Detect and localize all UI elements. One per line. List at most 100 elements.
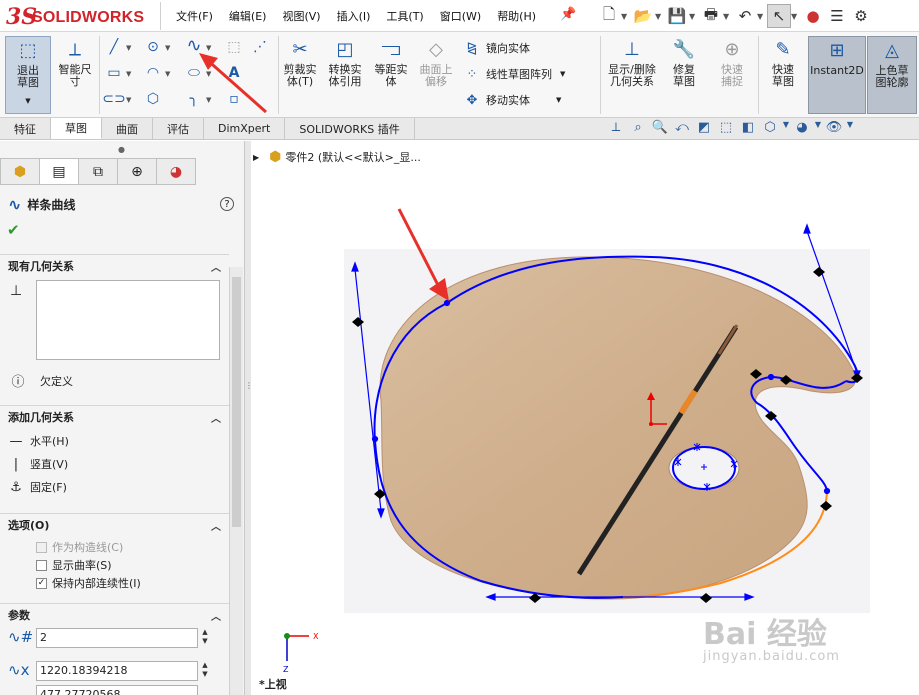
chevron-down-icon[interactable]: ▼ xyxy=(791,12,801,21)
menu-insert[interactable]: 插入(I) xyxy=(337,8,371,24)
display-style-icon[interactable]: ◧ xyxy=(737,120,759,135)
tab-sketch[interactable]: 草图 xyxy=(51,118,102,139)
help-icon[interactable]: ? xyxy=(220,197,234,211)
spline-icon[interactable]: ∿ xyxy=(184,35,204,56)
hide-show-icon[interactable]: ⬡ xyxy=(759,120,781,135)
line-icon[interactable]: ╱ xyxy=(104,38,124,56)
quick-snaps-button[interactable]: ⊕ 快速捕捉 xyxy=(710,38,754,88)
chevron-down-icon[interactable]: ▼ xyxy=(813,120,823,135)
linear-pattern-button[interactable]: ⁘ 线性草图阵列 ▼ xyxy=(462,66,566,82)
pm-scrollbar[interactable] xyxy=(229,267,243,695)
menu-edit[interactable]: 编辑(E) xyxy=(229,8,267,24)
options-header[interactable]: 选项(O) ︿ xyxy=(0,513,229,535)
mirror-entities-button[interactable]: ⧎ 镜向实体 xyxy=(462,40,530,56)
chevron-down-icon[interactable]: ▼ xyxy=(655,12,665,21)
vertical-relation[interactable]: | 竖直(V) xyxy=(6,456,68,472)
zoom-to-area-icon[interactable]: 🔍 xyxy=(649,120,671,135)
spinner-icon[interactable]: ▲ ▼ xyxy=(199,628,211,648)
menu-window[interactable]: 窗口(W) xyxy=(440,8,481,24)
chevron-down-icon[interactable]: ▼ xyxy=(126,96,131,104)
open-icon[interactable]: 📂 xyxy=(631,4,655,28)
pin-icon[interactable]: 📌 xyxy=(560,7,576,22)
feature-manager-tab-icon[interactable]: ⬢ xyxy=(0,158,40,185)
keep-continuity-checkbox[interactable]: ✓ 保持内部连续性(I) xyxy=(36,575,141,591)
chevron-down-icon[interactable]: ▼ xyxy=(206,96,211,104)
y-coordinate-field[interactable]: 477.27720568 xyxy=(36,685,198,695)
existing-relations-header[interactable]: 现有几何关系 ︿ xyxy=(0,254,229,276)
spinner-icon[interactable]: ▲ ▼ xyxy=(199,661,211,681)
circle-icon[interactable]: ⊙ xyxy=(143,38,163,56)
tab-evaluate[interactable]: 评估 xyxy=(153,118,204,139)
menu-tools[interactable]: 工具(T) xyxy=(386,8,423,24)
chevron-down-icon[interactable]: ▼ xyxy=(621,12,631,21)
tab-addins[interactable]: SOLIDWORKS 插件 xyxy=(285,118,415,139)
previous-view-icon[interactable]: ⤺ xyxy=(671,120,693,135)
save-icon[interactable]: 💾 xyxy=(665,4,689,28)
appearance-icon[interactable]: ◕ xyxy=(791,120,813,135)
arc-icon[interactable]: ◠ xyxy=(143,64,163,82)
scene-icon[interactable]: 👁 xyxy=(823,120,845,135)
trim-button[interactable]: ✂ 剪裁实体(T) xyxy=(280,38,320,88)
spline-point-number-field[interactable]: 2 xyxy=(36,628,198,648)
offset-on-surface-button[interactable]: ◇ 曲面上偏移 xyxy=(416,38,456,88)
configuration-manager-tab-icon[interactable]: ⧉ xyxy=(78,158,118,185)
undo-icon[interactable]: ↶ xyxy=(733,4,757,28)
x-coordinate-field[interactable]: 1220.18394218 xyxy=(36,661,198,681)
chevron-down-icon[interactable]: ▼ xyxy=(206,44,211,52)
chevron-down-icon[interactable]: ▼ xyxy=(126,44,131,52)
file-properties-icon[interactable]: ☰ xyxy=(825,4,849,28)
display-manager-tab-icon[interactable]: ◕ xyxy=(156,158,196,185)
chevron-down-icon[interactable]: ▼ xyxy=(781,120,791,135)
view-orientation-cube-icon[interactable]: ⬚ xyxy=(715,120,737,135)
chevron-down-icon[interactable]: ▼ xyxy=(165,70,170,78)
shaded-sketch-contours-button[interactable]: ◬ 上色草图轮廓 xyxy=(867,36,917,114)
point-icon[interactable]: ▫ xyxy=(224,90,244,108)
chevron-down-icon[interactable]: ▼ xyxy=(206,70,211,78)
fillet-icon[interactable]: ╮ xyxy=(184,90,204,108)
menu-help[interactable]: 帮助(H) xyxy=(497,8,536,24)
construction-line-icon[interactable]: ⋰ xyxy=(250,38,270,56)
convert-entities-button[interactable]: ◰ 转换实体引用 xyxy=(324,38,366,88)
horizontal-relation[interactable]: — 水平(H) xyxy=(6,433,69,449)
chevron-down-icon[interactable]: ▼ xyxy=(723,12,733,21)
rapid-sketch-button[interactable]: ✎ 快速草图 xyxy=(760,38,806,88)
fix-relation[interactable]: ⚓ 固定(F) xyxy=(6,479,67,495)
slot-icon[interactable]: ⊂⊃ xyxy=(102,90,125,108)
existing-relations-list[interactable] xyxy=(36,280,220,360)
chevron-down-icon[interactable]: ▼ xyxy=(845,120,855,135)
construction-checkbox[interactable]: 作为构造线(C) xyxy=(36,539,123,555)
show-curvature-checkbox[interactable]: 显示曲率(S) xyxy=(36,557,112,573)
exit-sketch-button[interactable]: ⬚ 退出草图 ▼ xyxy=(5,36,51,114)
text-icon[interactable]: A xyxy=(224,64,244,82)
tab-dimxpert[interactable]: DimXpert xyxy=(204,118,286,139)
ellipse-icon[interactable]: ⬭ xyxy=(184,64,204,82)
tab-features[interactable]: 特征 xyxy=(0,118,51,139)
property-manager-tab-icon[interactable]: ▤ xyxy=(39,158,79,185)
scrollbar-thumb[interactable] xyxy=(232,277,241,527)
menu-file[interactable]: 文件(F) xyxy=(176,8,213,24)
add-relations-header[interactable]: 添加几何关系 ︿ xyxy=(0,405,229,427)
move-entities-button[interactable]: ✥ 移动实体 ▼ xyxy=(462,92,562,108)
collapse-handle[interactable]: ● xyxy=(118,145,125,154)
instant2d-button[interactable]: ⊞ Instant2D xyxy=(808,36,866,114)
tab-surfaces[interactable]: 曲面 xyxy=(102,118,153,139)
section-view-icon[interactable]: ◩ xyxy=(693,120,715,135)
select-pointer-icon[interactable]: ↖ xyxy=(767,4,791,28)
chevron-down-icon[interactable]: ▼ xyxy=(689,12,699,21)
options-gear-icon[interactable]: ⚙ xyxy=(849,4,873,28)
chevron-down-icon[interactable]: ▼ xyxy=(126,70,131,78)
parameters-header[interactable]: 参数 ︿ xyxy=(0,603,229,625)
grid-icon[interactable]: ⬚ xyxy=(224,38,244,56)
menu-view[interactable]: 视图(V) xyxy=(282,8,320,24)
smart-dimension-button[interactable]: ⟂ 智能尺寸 xyxy=(54,38,96,88)
chevron-down-icon[interactable]: ▼ xyxy=(757,12,767,21)
new-document-icon[interactable]: 🗋 xyxy=(597,4,621,28)
repair-sketch-button[interactable]: 🔧 修复草图 xyxy=(664,38,704,88)
offset-entities-button[interactable]: ⫎ 等距实体 xyxy=(370,38,412,88)
graphics-area[interactable]: ⟂ ⌕ 🔍 ⤺ ◩ ⬚ ◧ ⬡ ▼ ◕ ▼ 👁 ▼ ▶ ⬢ 零件2 (默认<<默… xyxy=(251,120,919,695)
zoom-to-fit-icon[interactable]: ⌕ xyxy=(627,120,649,135)
print-icon[interactable]: 🖶 xyxy=(699,4,723,28)
polygon-icon[interactable]: ⬡ xyxy=(143,90,163,108)
solidworks-logo[interactable]: 3S SOLIDWORKS xyxy=(4,4,156,30)
chevron-down-icon[interactable]: ▼ xyxy=(165,44,170,52)
